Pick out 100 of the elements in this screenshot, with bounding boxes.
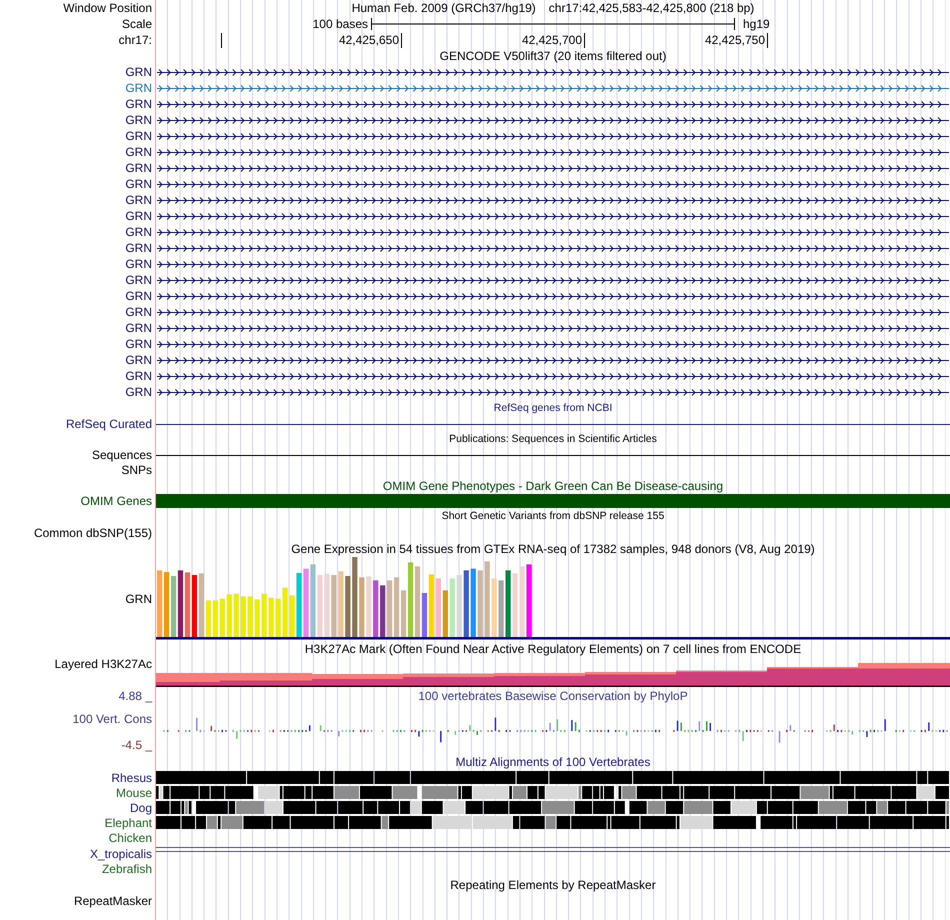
- transcript-line[interactable]: [156, 132, 950, 140]
- track-label[interactable]: OMIM Genes: [80, 494, 152, 508]
- expression-bar: [442, 590, 448, 637]
- track-title: Publications: Sequences in Scientific Articles: [449, 432, 657, 447]
- window-position-label: Window Position: [63, 1, 152, 15]
- expression-bar: [240, 596, 246, 637]
- position-range: chr17:42,425,583-42,425,800 (218 bp): [548, 1, 754, 15]
- transcript-line[interactable]: [156, 324, 950, 332]
- expression-bar: [366, 576, 372, 637]
- track-label[interactable]: GRN: [125, 353, 152, 367]
- track-label[interactable]: GRN: [125, 177, 152, 191]
- expression-bar: [226, 594, 232, 637]
- track-label[interactable]: GRN: [125, 65, 152, 79]
- track-label[interactable]: Dog: [130, 800, 152, 814]
- transcript-line[interactable]: [156, 148, 950, 156]
- track-label[interactable]: Common dbSNP(155): [34, 526, 152, 540]
- track-label[interactable]: GRN: [125, 225, 152, 239]
- ruler-tick-icon: [767, 33, 768, 48]
- track-label[interactable]: GRN: [125, 305, 152, 319]
- expression-bar: [234, 594, 239, 637]
- ruler-position-label: 42,425,650: [338, 33, 399, 47]
- track-label[interactable]: GRN: [125, 113, 152, 127]
- track-label[interactable]: GRN: [125, 257, 152, 271]
- track-title: GENCODE V50lift37 (20 items filtered out): [440, 48, 666, 64]
- transcript-line[interactable]: [156, 276, 950, 284]
- transcript-line[interactable]: [156, 340, 950, 348]
- track-label[interactable]: RepeatMasker: [74, 894, 152, 908]
- transcript-line[interactable]: [156, 196, 950, 204]
- ruler-tick-icon: [401, 33, 402, 48]
- track-label[interactable]: GRN: [125, 241, 152, 255]
- expression-bar: [338, 571, 344, 637]
- scale-label: Scale: [122, 17, 152, 31]
- track-label[interactable]: GRN: [125, 129, 152, 143]
- track-label[interactable]: GRN: [125, 321, 152, 335]
- transcript-line[interactable]: [156, 68, 950, 76]
- expression-bar: [373, 580, 378, 637]
- track-label[interactable]: GRN: [125, 145, 152, 159]
- expression-bar: [456, 575, 462, 637]
- transcript-line[interactable]: [156, 180, 950, 188]
- track-label[interactable]: Elephant: [104, 816, 152, 830]
- track-label[interactable]: 100 Vert. Cons: [72, 711, 152, 727]
- transcript-line[interactable]: [156, 212, 950, 220]
- expression-bar: [380, 585, 386, 637]
- chromosome-label: chr17:: [118, 33, 152, 47]
- axis-min-label: -4.5 _: [121, 737, 152, 753]
- track-label[interactable]: GRN: [125, 97, 152, 111]
- transcript-line[interactable]: [156, 116, 950, 124]
- track-label[interactable]: SNPs: [121, 463, 152, 477]
- expression-bar: [212, 600, 218, 637]
- track-label[interactable]: GRN: [125, 161, 152, 175]
- expression-bar: [359, 577, 364, 637]
- track-label[interactable]: Rhesus: [111, 770, 152, 784]
- track-title: H3K27Ac Mark (Often Found Near Active Regulatory Elements) on 7 cell lines from ENCODE: [304, 642, 802, 656]
- transcript-line[interactable]: [156, 164, 950, 172]
- track-title: 100 vertebrates Basewise Conservation by PhyloP: [418, 688, 688, 704]
- track-label[interactable]: Chicken: [108, 831, 152, 845]
- track-label[interactable]: GRN: [125, 385, 152, 399]
- ruler-tick-icon: [584, 33, 585, 48]
- expression-bar: [478, 570, 483, 637]
- axis-max-label: 4.88 _: [118, 688, 152, 704]
- expression-bar: [254, 599, 260, 637]
- track-label[interactable]: GRN: [125, 289, 152, 303]
- assembly-code: hg19: [742, 17, 770, 31]
- track-label[interactable]: Layered H3K27Ac: [54, 657, 152, 671]
- track-label[interactable]: Zebrafish: [102, 862, 152, 876]
- track-title: RefSeq genes from NCBI: [494, 401, 612, 416]
- transcript-line[interactable]: [156, 308, 950, 316]
- expression-bar: [492, 578, 497, 637]
- expression-bar: [345, 576, 350, 637]
- track-label[interactable]: GRN: [125, 592, 152, 606]
- transcript-line[interactable]: [156, 244, 950, 252]
- track-label[interactable]: X_tropicalis: [90, 846, 152, 860]
- track-title: OMIM Gene Phenotypes - Dark Green Can Be Disease-causing: [382, 478, 724, 494]
- expression-bar: [498, 580, 504, 637]
- transcript-line[interactable]: [156, 388, 950, 396]
- track-label[interactable]: GRN: [125, 81, 152, 95]
- expression-bar: [248, 596, 253, 637]
- transcript-line[interactable]: [156, 228, 950, 236]
- transcript-line[interactable]: [156, 100, 950, 108]
- track-label[interactable]: GRN: [125, 193, 152, 207]
- track-label[interactable]: Mouse: [116, 786, 152, 800]
- expression-bar: [268, 598, 274, 637]
- track-label[interactable]: RefSeq Curated: [66, 417, 152, 431]
- transcript-line[interactable]: [156, 292, 950, 300]
- transcript-line[interactable]: [156, 356, 950, 364]
- scale-length: 100 bases: [312, 17, 369, 31]
- transcript-line[interactable]: [156, 372, 950, 380]
- expression-bar: [470, 568, 476, 637]
- ruler-position-label: 42,425,700: [522, 33, 582, 47]
- track-title: Short Genetic Variants from dbSNP release 155: [442, 509, 664, 524]
- track-label[interactable]: GRN: [125, 369, 152, 383]
- track-label[interactable]: GRN: [125, 209, 152, 223]
- ruler-position-label: 42,425,750: [704, 33, 765, 47]
- track-label[interactable]: GRN: [125, 273, 152, 287]
- track-label[interactable]: GRN: [125, 337, 152, 351]
- expression-bar: [464, 570, 469, 637]
- expression-bar: [220, 598, 225, 637]
- track-label[interactable]: Sequences: [92, 448, 152, 462]
- transcript-line[interactable]: [156, 260, 950, 268]
- expression-bar: [450, 578, 455, 637]
